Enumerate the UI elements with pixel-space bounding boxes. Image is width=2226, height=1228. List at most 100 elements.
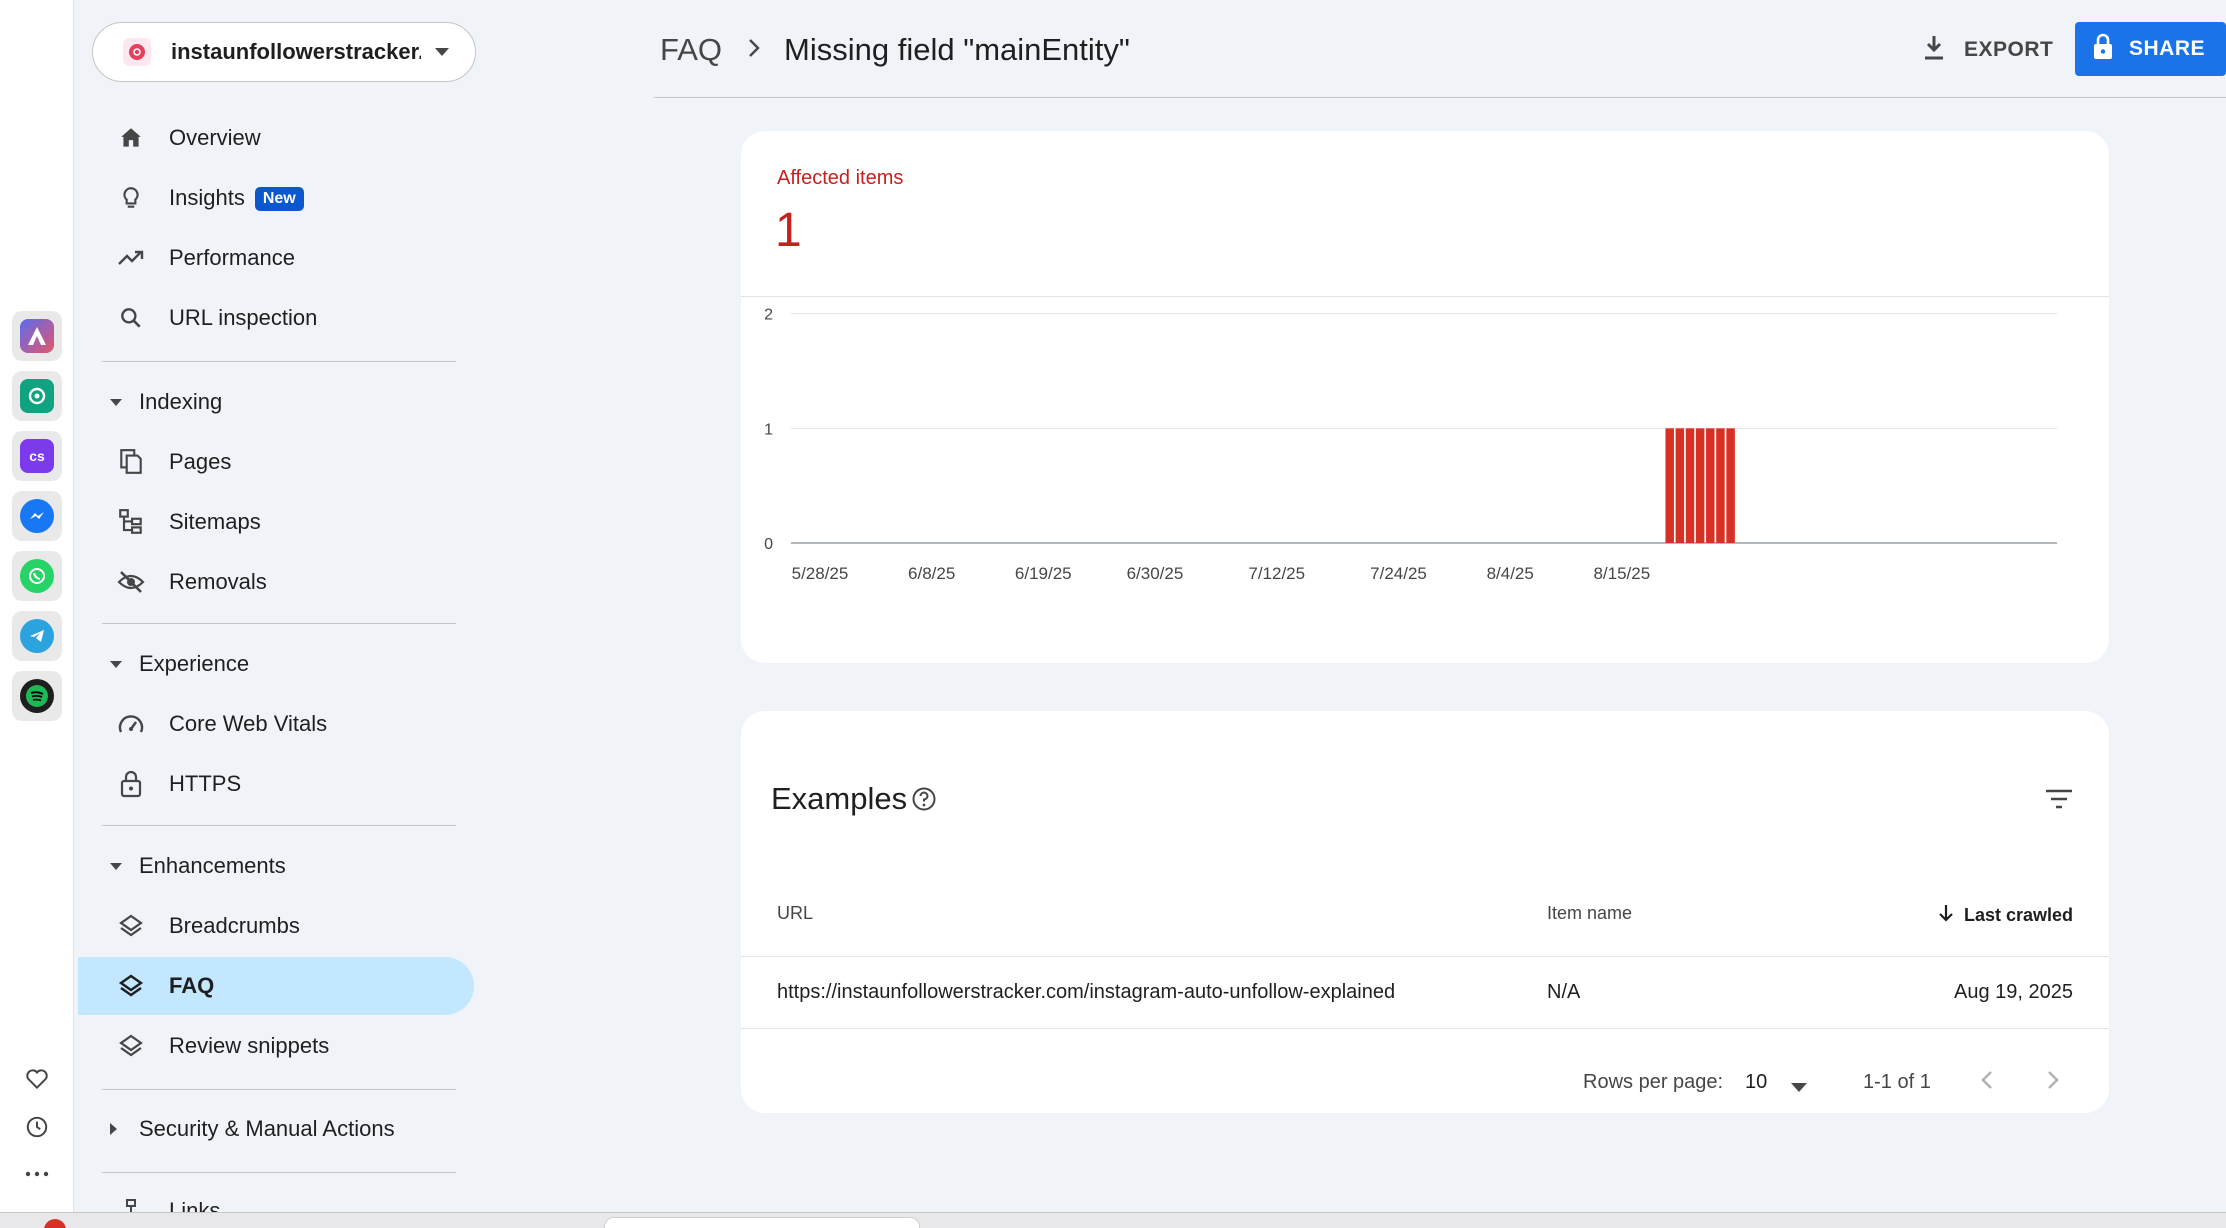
more-dots-icon[interactable] [16, 1153, 58, 1195]
export-label: EXPORT [1964, 38, 2054, 61]
chart-bar [1685, 428, 1695, 543]
affected-items-label: Affected items [777, 167, 904, 189]
examples-card: Examples URL Item name Last crawled http… [741, 711, 2109, 1113]
sidebar-item-https[interactable]: HTTPS [78, 755, 474, 813]
os-taskbar [0, 1212, 2226, 1228]
page-title: Missing field "mainEntity" [784, 32, 1130, 67]
breadcrumb: FAQ Missing field "mainEntity" [660, 32, 1130, 68]
property-name: instaunfollowerstracker... [171, 39, 421, 64]
rows-per-page-label: Rows per page: [1583, 1071, 1724, 1093]
filter-icon[interactable] [2039, 779, 2079, 819]
sidebar-item-label: HTTPS [169, 771, 242, 796]
chevron-down-icon [435, 43, 449, 61]
section-label: Enhancements [139, 853, 286, 878]
row-url[interactable]: https://instaunfollowerstracker.com/inst… [777, 981, 1395, 1004]
property-favicon-icon [123, 38, 151, 66]
new-badge: New [254, 187, 304, 212]
x-tick-label: 7/12/25 [1248, 564, 1305, 583]
taskbar-app-icon[interactable] [44, 1219, 66, 1228]
chevron-down-icon[interactable] [1791, 1075, 1807, 1098]
chevron-right-icon [748, 38, 760, 63]
sidebar-item-insights[interactable]: Insights New [78, 169, 474, 227]
share-button[interactable]: SHARE [2075, 22, 2226, 76]
sidebar-item-overview[interactable]: Overview [78, 109, 474, 167]
cs-app-icon[interactable]: cs [12, 431, 62, 481]
chatgpt-app-icon[interactable] [12, 371, 62, 421]
x-tick-label: 6/30/25 [1127, 564, 1184, 583]
sidebar-divider [102, 1172, 456, 1173]
lock-icon [116, 769, 146, 799]
spotify-app-icon[interactable] [12, 671, 62, 721]
rows-per-page-select[interactable]: 10 [1745, 1071, 1767, 1094]
pagination: Rows per page: 10 1-1 of 1 [741, 1061, 2109, 1101]
sidebar-item-breadcrumbs[interactable]: Breadcrumbs [78, 897, 474, 955]
sidebar-item-review-snippets[interactable]: Review snippets [78, 1017, 474, 1075]
sidebar-item-sitemaps[interactable]: Sitemaps [78, 493, 474, 551]
export-button[interactable]: EXPORT [1922, 28, 2053, 72]
section-label: Indexing [139, 389, 223, 414]
y-tick-label: 2 [764, 307, 773, 324]
heart-icon[interactable] [16, 1058, 58, 1100]
sidebar-item-pages[interactable]: Pages [78, 433, 474, 491]
column-header-item-name[interactable]: Item name [1547, 903, 1632, 924]
sidebar-divider [102, 623, 456, 624]
section-experience-toggle[interactable]: Experience [78, 639, 474, 689]
sidebar-item-removals[interactable]: Removals [78, 553, 474, 611]
x-tick-label: 8/4/25 [1487, 564, 1534, 583]
caret-right-icon [110, 1123, 117, 1135]
layers-icon [116, 971, 146, 1001]
sidebar-divider [102, 1089, 456, 1090]
sidebar-item-core-web-vitals[interactable]: Core Web Vitals [78, 695, 474, 753]
breadcrumb-root-link[interactable]: FAQ [660, 32, 722, 68]
chart-bar [1716, 428, 1725, 543]
visibility-off-icon [116, 567, 146, 597]
sort-descending-icon [1938, 903, 1954, 928]
sidebar-nav: instaunfollowerstracker... Overview Insi… [78, 0, 478, 1212]
section-indexing-toggle[interactable]: Indexing [78, 377, 474, 427]
links-icon [116, 1196, 146, 1212]
chart-bar [1695, 428, 1705, 543]
sidebar-item-label: Pages [169, 449, 232, 474]
browser-app-rail: cs [0, 0, 74, 1212]
messenger-app-icon[interactable] [12, 491, 62, 541]
row-divider [741, 956, 2109, 957]
previous-page-icon[interactable] [1977, 1065, 1997, 1101]
sidebar-item-url-inspection[interactable]: URL inspection [78, 289, 474, 347]
download-icon [1922, 34, 1946, 67]
next-page-icon[interactable] [2043, 1065, 2063, 1101]
layers-icon [116, 1031, 146, 1061]
lightbulb-icon [116, 183, 146, 213]
affected-items-chart: 01235/28/256/8/256/19/256/30/257/12/257/… [764, 307, 2057, 583]
sidebar-item-faq[interactable]: FAQ [78, 957, 474, 1015]
x-tick-label: 7/24/25 [1370, 564, 1427, 583]
sidebar-item-performance[interactable]: Performance [78, 229, 474, 287]
history-clock-icon[interactable] [16, 1106, 58, 1148]
column-header-url[interactable]: URL [777, 903, 813, 924]
sidebar-item-label: Sitemaps [169, 509, 261, 534]
pages-icon [116, 447, 146, 477]
layers-icon [116, 911, 146, 941]
sidebar-divider [102, 825, 456, 826]
property-selector[interactable]: instaunfollowerstracker... [92, 22, 476, 82]
whatsapp-app-icon[interactable] [12, 551, 62, 601]
help-icon[interactable] [911, 786, 937, 817]
sidebar-item-label: Breadcrumbs [169, 913, 300, 938]
telegram-app-icon[interactable] [12, 611, 62, 661]
taskbar-search-box[interactable] [604, 1217, 920, 1228]
sidebar-divider [102, 361, 456, 362]
sidebar-item-label: Core Web Vitals [169, 711, 328, 736]
arc-app-icon[interactable] [12, 311, 62, 361]
y-tick-label: 0 [764, 536, 773, 553]
section-enhancements-toggle[interactable]: Enhancements [78, 841, 474, 891]
sitemap-icon [116, 507, 146, 537]
section-label: Experience [139, 651, 250, 676]
column-header-last-crawled[interactable]: Last crawled [1938, 903, 2073, 928]
speedometer-icon [116, 709, 146, 739]
sidebar-item-label: Links [169, 1198, 221, 1212]
sidebar-item-links[interactable]: Links [78, 1182, 474, 1212]
card-divider [741, 296, 2109, 297]
sidebar-item-label: URL inspection [169, 305, 318, 330]
chart-bar [1706, 428, 1715, 543]
section-security-toggle[interactable]: Security & Manual Actions [78, 1104, 474, 1154]
column-header-label: Last crawled [1963, 905, 2073, 925]
